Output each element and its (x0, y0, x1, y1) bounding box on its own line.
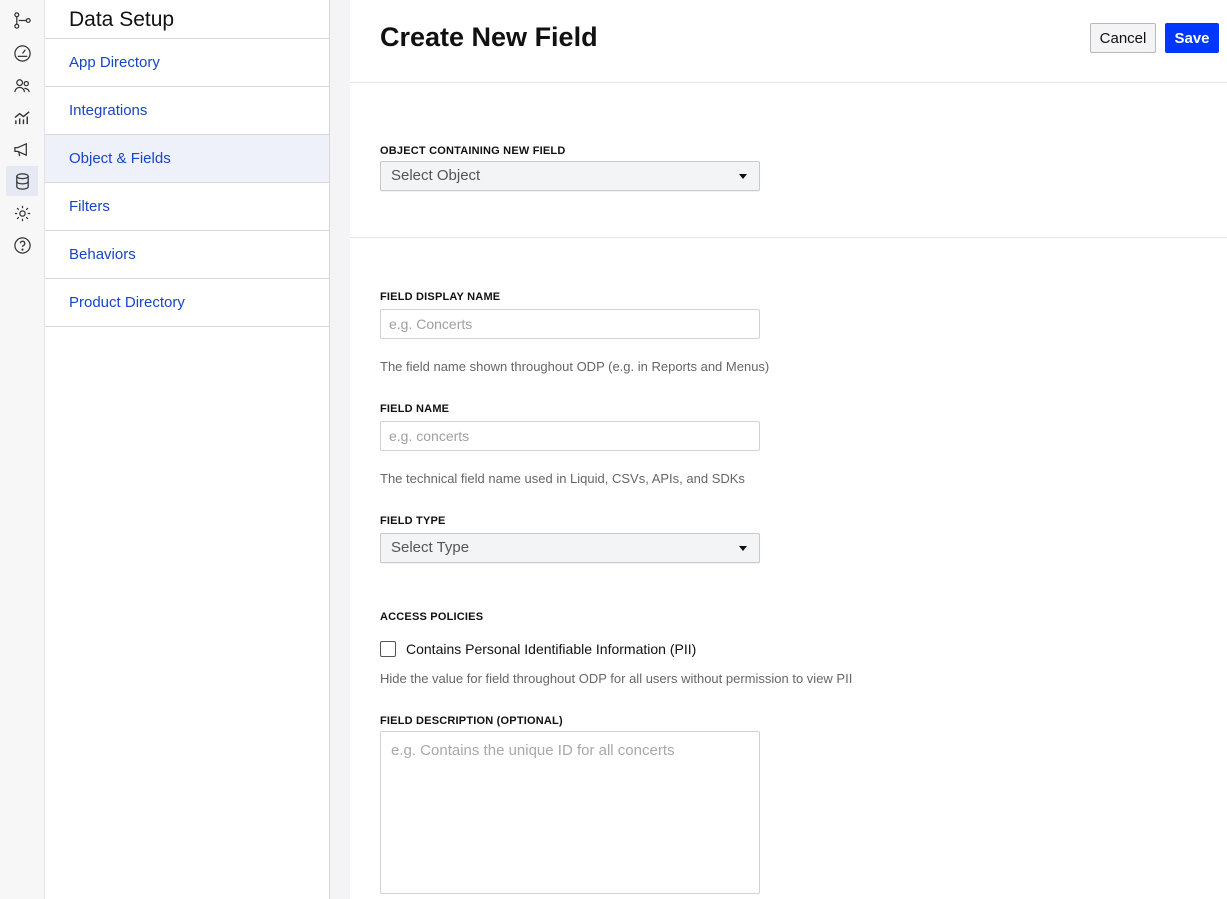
display-name-help: The field name shown throughout ODP (e.g… (380, 359, 770, 374)
gutter (330, 0, 350, 899)
subnav-item-integrations[interactable]: Integrations (45, 87, 329, 135)
subnav-item-filters[interactable]: Filters (45, 183, 329, 231)
gauge-icon[interactable] (6, 38, 38, 68)
users-icon[interactable] (6, 70, 38, 100)
pii-checkbox[interactable] (380, 641, 396, 657)
flow-icon[interactable] (6, 5, 38, 35)
pii-checkbox-label[interactable]: Contains Personal Identifiable Informati… (406, 641, 696, 657)
field-name-label: FIELD NAME (380, 403, 450, 415)
subnav-item-behaviors[interactable]: Behaviors (45, 231, 329, 279)
cancel-button[interactable]: Cancel (1090, 23, 1156, 53)
caret-down-icon (739, 174, 747, 179)
access-policies-label: ACCESS POLICIES (380, 611, 484, 623)
subnav-item-object-fields[interactable]: Object & Fields (45, 135, 329, 183)
icon-rail (0, 0, 45, 899)
section-divider (350, 237, 1227, 238)
pii-help: Hide the value for field throughout ODP … (380, 671, 853, 686)
help-icon[interactable] (6, 230, 38, 260)
database-icon[interactable] (6, 166, 38, 196)
object-label: OBJECT CONTAINING NEW FIELD (380, 145, 566, 157)
field-type-label: FIELD TYPE (380, 515, 446, 527)
field-name-input[interactable] (380, 421, 760, 451)
save-button[interactable]: Save (1165, 23, 1219, 53)
subnav-item-product-directory[interactable]: Product Directory (45, 279, 329, 327)
page-title: Create New Field (380, 22, 598, 52)
gear-icon[interactable] (6, 198, 38, 228)
field-name-help: The technical field name used in Liquid,… (380, 471, 745, 486)
subnav-title: Data Setup (45, 0, 329, 39)
field-type-select[interactable]: Select Type (380, 533, 760, 563)
description-label: FIELD DESCRIPTION (OPTIONAL) (380, 715, 563, 727)
page-header: Create New Field Cancel Save (350, 0, 1227, 83)
pii-checkbox-row[interactable]: Contains Personal Identifiable Informati… (380, 640, 696, 658)
display-name-input[interactable] (380, 309, 760, 339)
field-type-select-value: Select Type (391, 539, 470, 556)
megaphone-icon[interactable] (6, 134, 38, 164)
object-select[interactable]: Select Object (380, 161, 760, 191)
data-setup-nav: Data Setup App Directory Integrations Ob… (45, 0, 330, 899)
analytics-icon[interactable] (6, 102, 38, 132)
description-textarea[interactable] (380, 731, 760, 894)
subnav-item-app-directory[interactable]: App Directory (45, 39, 329, 87)
display-name-label: FIELD DISPLAY NAME (380, 291, 501, 303)
main-panel: Create New Field Cancel Save OBJECT CONT… (350, 0, 1227, 899)
object-select-value: Select Object (391, 167, 481, 184)
caret-down-icon (739, 546, 747, 551)
